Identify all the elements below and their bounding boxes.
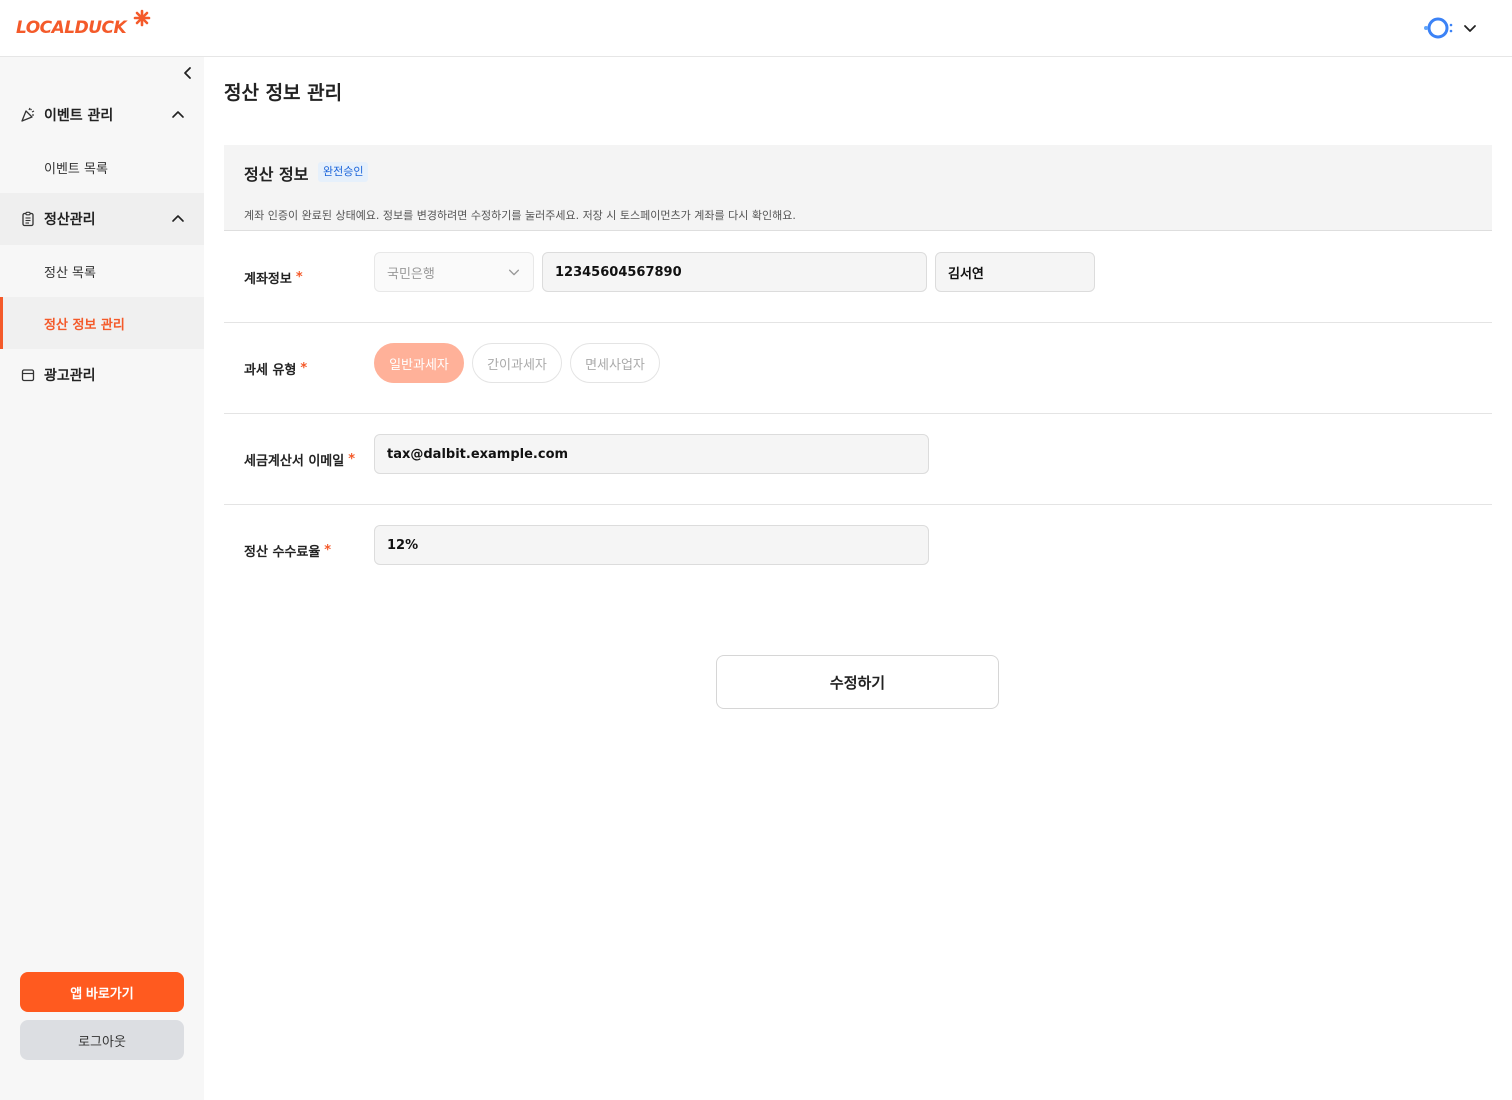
- sidebar-group-event[interactable]: 이벤트 관리: [0, 89, 204, 141]
- bank-select[interactable]: 국민은행: [374, 252, 534, 292]
- sidebar-item-label: 이벤트 목록: [44, 161, 108, 177]
- top-header: LOCALDUCK: [0, 0, 1512, 57]
- sidebar-item-label: 정산 정보 관리: [44, 317, 125, 333]
- status-badge: 완전승인: [318, 162, 369, 182]
- open-app-button[interactable]: 앱 바로가기: [20, 972, 184, 1012]
- chevron-left-icon[interactable]: [180, 65, 196, 81]
- clipboard-icon: [22, 211, 34, 227]
- account-label: 계좌정보 *: [244, 270, 303, 287]
- tax-type-row: 과세 유형 * 일반과세자 간이과세자 면세사업자: [224, 323, 1492, 414]
- section-title: 정산 정보: [244, 165, 309, 184]
- account-row: 계좌정보 * 국민은행 12345604567890 김서연: [224, 232, 1492, 323]
- sidebar: 이벤트 관리 이벤트 목록 정산관리 정산 목록 정산 정보 관리 광고관리 앱…: [0, 57, 204, 1100]
- calendar-icon: [21, 369, 35, 382]
- commission-label: 정산 수수료율 *: [244, 543, 332, 560]
- sidebar-group-label: 이벤트 관리: [44, 108, 114, 124]
- commission-row: 정산 수수료율 * 12%: [224, 505, 1492, 596]
- logo-text: LOCALDUCK: [16, 18, 127, 38]
- sidebar-item-settlement-list[interactable]: 정산 목록: [0, 245, 204, 297]
- chevron-down-icon: [508, 269, 520, 276]
- sidebar-item-settlement-info[interactable]: 정산 정보 관리: [0, 297, 204, 349]
- commission-input[interactable]: 12%: [374, 525, 929, 565]
- tax-email-label: 세금계산서 이메일 *: [244, 452, 356, 469]
- sidebar-item-label: 정산 목록: [44, 265, 96, 281]
- account-holder-input[interactable]: 김서연: [935, 252, 1095, 292]
- tax-email-input[interactable]: tax@dalbit.example.com: [374, 434, 929, 474]
- settlement-info-header: 정산 정보 완전승인 계좌 인증이 완료된 상태예요. 정보를 변경하려면 수정…: [224, 145, 1492, 231]
- sidebar-group-label: 광고관리: [44, 368, 96, 384]
- tax-type-general-chip[interactable]: 일반과세자: [374, 343, 464, 383]
- tax-type-simplified-chip[interactable]: 간이과세자: [472, 343, 562, 383]
- tax-type-label: 과세 유형 *: [244, 361, 308, 378]
- party-popper-icon: [21, 107, 35, 122]
- sidebar-group-settlement[interactable]: 정산관리: [0, 193, 204, 245]
- sidebar-group-label: 정산관리: [44, 212, 96, 228]
- tax-email-row: 세금계산서 이메일 * tax@dalbit.example.com: [224, 414, 1492, 505]
- bank-select-value: 국민은행: [387, 266, 435, 282]
- page-title: 정산 정보 관리: [224, 82, 343, 104]
- edit-button[interactable]: 수정하기: [716, 655, 999, 709]
- sidebar-group-ads[interactable]: 광고관리: [0, 349, 204, 401]
- chevron-up-icon: [172, 111, 184, 118]
- logo[interactable]: LOCALDUCK: [16, 10, 127, 42]
- profile-menu[interactable]: [1422, 14, 1478, 42]
- section-description: 계좌 인증이 완료된 상태예요. 정보를 변경하려면 수정하기를 눌러주세요. …: [244, 209, 796, 222]
- logout-button[interactable]: 로그아웃: [20, 1020, 184, 1060]
- avatar-icon: [1424, 17, 1453, 39]
- chevron-down-icon[interactable]: [1462, 20, 1478, 36]
- tax-type-exempt-chip[interactable]: 면세사업자: [570, 343, 660, 383]
- account-number-input[interactable]: 12345604567890: [542, 252, 927, 292]
- logo-star-icon: [133, 9, 151, 27]
- sidebar-item-event-list[interactable]: 이벤트 목록: [0, 141, 204, 193]
- chevron-up-icon: [172, 215, 184, 222]
